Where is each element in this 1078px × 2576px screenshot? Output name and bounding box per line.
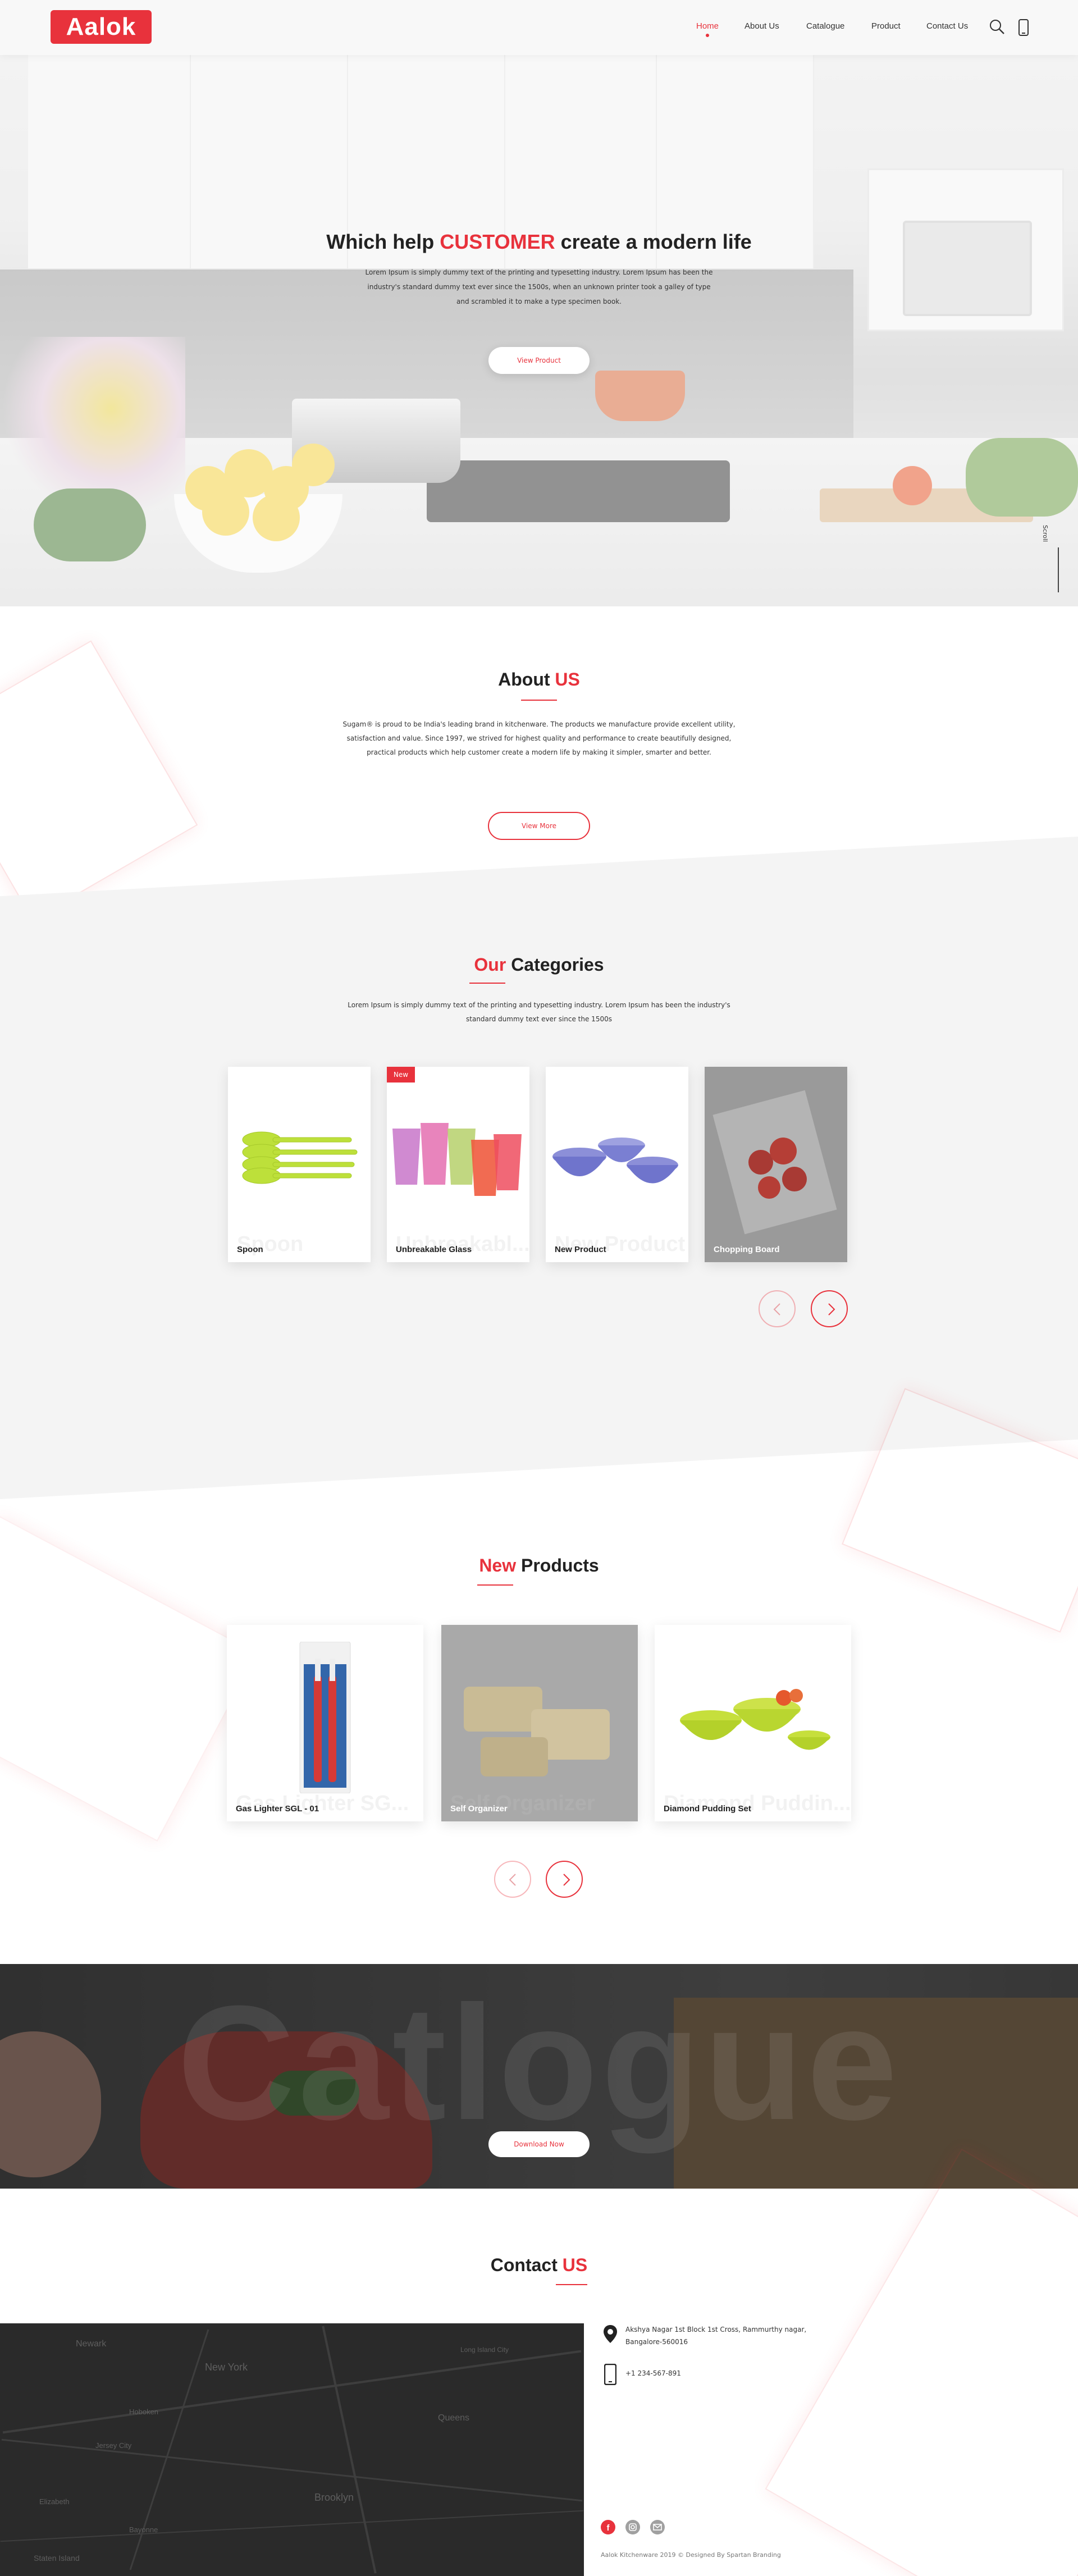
card-label: Diamond Pudding Set [664,1804,751,1814]
about-title: About US [0,669,1078,690]
map-label: Brooklyn [314,2492,354,2503]
title-part: Products [516,1555,599,1575]
products-prev-button[interactable] [494,1861,531,1898]
title-underline [521,700,557,701]
spoon-image [242,1131,358,1184]
card-label: New Product [555,1245,606,1254]
title-highlight: US [555,669,580,689]
scroll-label: Scroll [1042,525,1049,542]
map-label: Jersey City [95,2441,132,2450]
title-part: About [498,669,555,689]
title-highlight: US [562,2255,588,2275]
instagram-icon[interactable] [625,2520,640,2534]
title-part: Contact [490,2255,563,2275]
view-product-button[interactable]: View Product [488,347,590,374]
title-highlight: New [479,1555,517,1575]
card-label: Spoon [237,1245,263,1254]
category-card-chopping-board[interactable]: Chopping Board [705,1067,847,1262]
pudding-set-image [680,1689,830,1750]
contact-phone[interactable]: +1 234-567-891 [625,2367,681,2379]
product-card-diamond-pudding-set[interactable]: Diamond Puddin... Diamond Pudding Set [655,1625,851,1821]
chevron-left-icon [509,1874,516,1886]
contact-map[interactable]: Newark New York Hoboken Queens Brooklyn … [0,2323,584,2576]
map-road [0,2510,584,2542]
search-icon[interactable] [989,19,1005,37]
map-label: Queens [438,2413,470,2423]
about-description: Sugam® is proud to be India's leading br… [342,720,736,756]
glass-image [392,1123,522,1196]
card-label: Self Organizer [450,1804,508,1814]
hero-section: Which help CUSTOMER create a modern life… [0,0,1078,606]
title-underline [477,1584,513,1586]
map-label: Elizabeth [39,2497,70,2506]
chopping-board-image [712,1090,837,1235]
nav-item-home[interactable]: Home [696,21,719,37]
categories-prev-button[interactable] [759,1290,796,1327]
hero-title-part: create a modern life [555,230,752,253]
site-header: Aalok Home About Us Catalogue Product Co… [0,0,1078,55]
chevron-right-icon [828,1303,835,1316]
contact-address: Akshya Nagar 1st Block 1st Cross, Rammur… [625,2326,807,2346]
nav-item-product[interactable]: Product [871,21,901,31]
phone-icon[interactable] [1018,19,1029,38]
hero-title-part: Which help [326,230,440,253]
catalogue-banner: Catlogue Download Now [0,1964,1078,2189]
map-label: Newark [76,2339,107,2349]
bowls-image [552,1138,678,1184]
category-card-unbreakable-glass[interactable]: New Unbreakabl... Unbreakable Glass [387,1067,529,1262]
chevron-right-icon [563,1874,570,1886]
title-underline [556,2284,587,2285]
map-road [1,2438,583,2502]
download-now-button[interactable]: Download Now [488,2131,590,2157]
svg-text:f: f [607,2523,610,2533]
title-underline [469,983,505,984]
new-badge: New [387,1067,415,1083]
scroll-indicator[interactable] [1058,547,1059,592]
catalogue-big-text: Catlogue [177,1972,901,2154]
chevron-left-icon [773,1303,780,1316]
card-label: Unbreakable Glass [396,1245,472,1254]
nav-item-catalogue[interactable]: Catalogue [806,21,844,31]
map-road [322,2326,377,2574]
categories-next-button[interactable] [811,1290,848,1327]
location-pin-icon [603,2324,618,2346]
card-label: Chopping Board [714,1245,780,1254]
category-card-spoon[interactable]: Spoon Spoon [228,1067,371,1262]
categories-description: Lorem Ipsum is simply dummy text of the … [348,1001,730,1023]
gas-lighter-image [299,1642,351,1793]
map-label: Hoboken [129,2408,159,2416]
hero-title-highlight: CUSTOMER [440,230,555,253]
map-label: Bayonne [129,2525,158,2534]
new-products-title: New Products [0,1555,1078,1576]
title-part: Categories [506,954,604,975]
active-indicator [706,34,709,37]
view-more-button[interactable]: View More [488,812,590,840]
nav-item-about-us[interactable]: About Us [744,21,779,31]
nav-item-contact-us[interactable]: Contact Us [926,21,968,31]
categories-title: Our Categories [0,954,1078,975]
category-card-new-product[interactable]: New Product New Product [546,1067,688,1262]
facebook-icon[interactable]: f [601,2520,615,2534]
nav-item-label: Home [696,21,719,31]
card-label: Gas Lighter SGL - 01 [236,1804,319,1814]
mobile-phone-icon [604,2363,617,2387]
contact-title: Contact US [0,2255,1078,2276]
email-icon[interactable] [650,2520,665,2534]
product-card-gas-lighter[interactable]: Gas Lighter SG... Gas Lighter SGL - 01 [227,1625,423,1821]
brand-logo[interactable]: Aalok [51,10,152,44]
title-highlight: Our [474,954,506,975]
map-label: Long Island City [460,2346,509,2354]
product-card-self-organizer[interactable]: Self Organizer Self Organizer [441,1625,638,1821]
footer-copyright: Aalok Kitchenware 2019 © Designed By Spa… [601,2551,781,2559]
hero-title: Which help CUSTOMER create a modern life [0,230,1078,254]
map-label: Staten Island [34,2554,80,2563]
products-next-button[interactable] [546,1861,583,1898]
map-label: New York [205,2362,248,2373]
hero-description: Lorem Ipsum is simply dummy text of the … [365,268,713,305]
decorative-frame [765,2148,1078,2576]
map-road [2,2350,582,2434]
